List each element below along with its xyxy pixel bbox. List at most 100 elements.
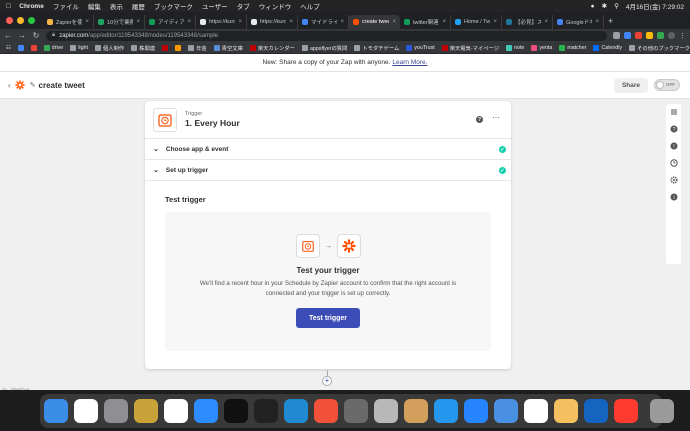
question-icon[interactable]: ? <box>476 116 483 123</box>
bookmark-item[interactable]: 株関連 <box>131 44 155 52</box>
close-tab-icon[interactable]: × <box>544 19 548 25</box>
forward-arrow-icon[interactable]: → <box>18 31 26 40</box>
database-icon[interactable] <box>374 399 398 423</box>
close-tab-icon[interactable]: × <box>442 19 446 25</box>
chevron-left-icon[interactable]: ‹ <box>8 81 11 90</box>
menu-file[interactable]: ファイル <box>53 1 79 11</box>
browser-tab[interactable]: Googleドキ × <box>553 15 604 29</box>
section-choose-app[interactable]: ⌄ Choose app & event ✓ <box>145 139 511 160</box>
bookmark-item[interactable]: drive <box>43 44 63 51</box>
browser-tab[interactable]: Home / Twi × <box>451 15 502 29</box>
swift-icon[interactable] <box>314 399 338 423</box>
archive-icon[interactable] <box>404 399 428 423</box>
close-tab-icon[interactable]: × <box>392 19 396 25</box>
browser-tab[interactable]: Zapierを使 × <box>43 15 94 29</box>
test-trigger-button[interactable]: Test trigger <box>296 308 360 328</box>
screenshot-icon[interactable] <box>344 399 368 423</box>
search-icon[interactable]: ⚲ <box>614 2 619 10</box>
menu-view[interactable]: 表示 <box>110 1 123 11</box>
bookmark-item[interactable]: トモダチゲーム <box>354 44 399 52</box>
history-icon[interactable] <box>669 159 678 167</box>
bookmark-item[interactable] <box>175 44 182 51</box>
notes-icon[interactable] <box>134 399 158 423</box>
browser-tab[interactable]: 10分で業務自× <box>94 15 145 29</box>
menu-edit[interactable]: 編集 <box>88 1 101 11</box>
close-tab-icon[interactable]: × <box>595 19 599 25</box>
more-options-icon[interactable]: ⋯ <box>492 113 500 122</box>
add-step-button[interactable]: + <box>322 376 332 386</box>
trigger-step-header[interactable]: Trigger 1. Every Hour ? ⋯ <box>145 101 511 139</box>
clock-text[interactable]: 4月16日(金) 7:29:02 <box>626 1 684 11</box>
bookmark-item[interactable] <box>30 44 37 51</box>
wifi-icon[interactable]: ● <box>591 3 595 10</box>
apple-icon[interactable]:  <box>6 3 11 10</box>
bookmark-item[interactable]: appsflyerの質問 <box>301 44 347 52</box>
sourcetree-icon[interactable] <box>464 399 488 423</box>
menu-user[interactable]: ユーザー <box>202 1 228 11</box>
star-icon[interactable] <box>613 32 620 39</box>
menu-app[interactable]: Chrome <box>19 3 44 10</box>
reload-icon[interactable]: ↻ <box>32 31 40 40</box>
share-button[interactable]: Share <box>614 78 648 93</box>
bookmark-item[interactable]: matcher <box>559 44 586 51</box>
clock-icon[interactable] <box>524 399 548 423</box>
close-tab-icon[interactable]: × <box>493 19 497 25</box>
browser-tab[interactable]: https://kuro × <box>196 15 247 29</box>
finder-icon[interactable] <box>44 399 68 423</box>
calendar-icon[interactable] <box>74 399 98 423</box>
help-icon[interactable]: ? <box>670 125 678 133</box>
bookmark-item[interactable]: 楽天電気-マイページ <box>441 44 499 52</box>
simulator-icon[interactable] <box>494 399 518 423</box>
bookmark-item[interactable]: 個人制作 <box>94 44 124 52</box>
time-icon[interactable] <box>614 399 638 423</box>
bookmark-item[interactable]: 楽天カレンダー <box>249 44 295 52</box>
chrome-menu-icon[interactable]: ⋮ <box>679 32 686 40</box>
bookmark-item[interactable]: yenta <box>531 44 552 51</box>
outline-icon[interactable] <box>670 108 678 116</box>
bookmark-item[interactable]: note <box>506 44 524 51</box>
profile-avatar[interactable] <box>668 32 675 39</box>
minimize-window-button[interactable] <box>17 17 24 24</box>
menu-tab[interactable]: タブ <box>237 1 250 11</box>
terminal-2-icon[interactable] <box>254 399 278 423</box>
browser-tab[interactable]: 【必見】スク× <box>502 15 553 29</box>
extension-icon[interactable] <box>646 32 653 39</box>
bookmark-item[interactable]: Calendly <box>593 44 622 51</box>
close-tab-icon[interactable]: × <box>289 19 293 25</box>
browser-tab[interactable]: twitter関連 × <box>400 15 451 29</box>
zap-name[interactable]: create tweet <box>39 81 85 90</box>
pencil-icon[interactable]: ✎ <box>30 81 36 89</box>
close-tab-icon[interactable]: × <box>136 19 140 25</box>
learn-more-link[interactable]: Learn More. <box>392 59 427 66</box>
bookmark-item[interactable]: 青空文庫 <box>213 44 243 52</box>
address-bar[interactable]: 🔒︎ zapier.com/app/editor/119543348/nodes… <box>46 30 607 41</box>
browser-tab[interactable]: アイディア各× <box>145 15 196 29</box>
trash-icon[interactable] <box>650 399 674 423</box>
bookmark-item[interactable]: 年金 <box>188 44 207 52</box>
extension-icon[interactable] <box>624 32 631 39</box>
browser-tab[interactable]: https://kuro × <box>247 15 298 29</box>
new-tab-button[interactable]: + <box>608 16 613 26</box>
menu-bookmarks[interactable]: ブックマーク <box>154 1 193 11</box>
bluetooth-icon[interactable]: ✱ <box>602 2 607 10</box>
close-tab-icon[interactable]: × <box>238 19 242 25</box>
docker-icon[interactable] <box>434 399 458 423</box>
preview-icon[interactable] <box>554 399 578 423</box>
menu-history[interactable]: 履歴 <box>132 1 145 11</box>
menu-window[interactable]: ウィンドウ <box>259 1 292 11</box>
browser-tab[interactable]: create twee × <box>349 15 400 29</box>
other-bookmarks[interactable]: その他のブックマーク <box>629 44 690 52</box>
zoom-icon[interactable] <box>194 399 218 423</box>
system-preferences-icon[interactable] <box>104 399 128 423</box>
infinity-icon[interactable] <box>584 399 608 423</box>
extension-icon[interactable] <box>657 32 664 39</box>
vscode-icon[interactable] <box>284 399 308 423</box>
close-tab-icon[interactable]: × <box>187 19 191 25</box>
terminal-1-icon[interactable] <box>224 399 248 423</box>
extension-icon[interactable] <box>635 32 642 39</box>
apps-icon[interactable]: ☷ <box>6 45 11 51</box>
bookmark-item[interactable] <box>17 44 24 51</box>
maximize-window-button[interactable] <box>28 17 35 24</box>
menu-help[interactable]: ヘルプ <box>300 1 320 11</box>
zap-on-off-toggle[interactable]: OFF <box>654 79 680 91</box>
